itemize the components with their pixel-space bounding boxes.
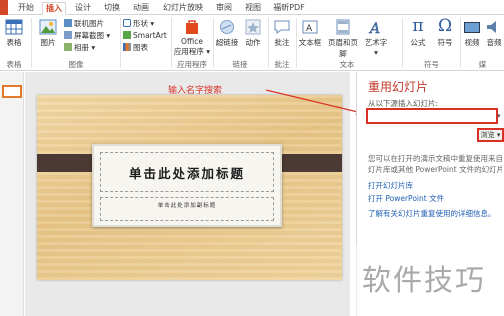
open-slide-library-link[interactable]: 打开幻灯片库 [368, 180, 413, 191]
pane-description: 您可以在打开的演示文稿中重复使用来自 灯片库或其他 PowerPoint 文件的… [368, 153, 502, 175]
browse-label: 浏览 [480, 131, 495, 139]
source-search-input[interactable] [366, 108, 498, 124]
arrow-to-search-input [265, 89, 364, 116]
browse-button[interactable]: 浏览 ▾ [477, 128, 504, 142]
watermark-text: 软件技巧 [362, 263, 487, 297]
pane-description-line-2: 灯片库或其他 PowerPoint 文件的幻灯片 [368, 165, 502, 174]
learn-more-link[interactable]: 了解有关幻灯片重复使用的详细信息。 [368, 208, 496, 219]
chevron-down-icon[interactable]: ▾ [497, 110, 504, 122]
open-powerpoint-file-link[interactable]: 打开 PowerPoint 文件 [368, 193, 444, 204]
pane-description-line-1: 您可以在打开的演示文稿中重复使用来自 [368, 154, 502, 163]
pane-title: 重用幻灯片 [368, 80, 429, 94]
